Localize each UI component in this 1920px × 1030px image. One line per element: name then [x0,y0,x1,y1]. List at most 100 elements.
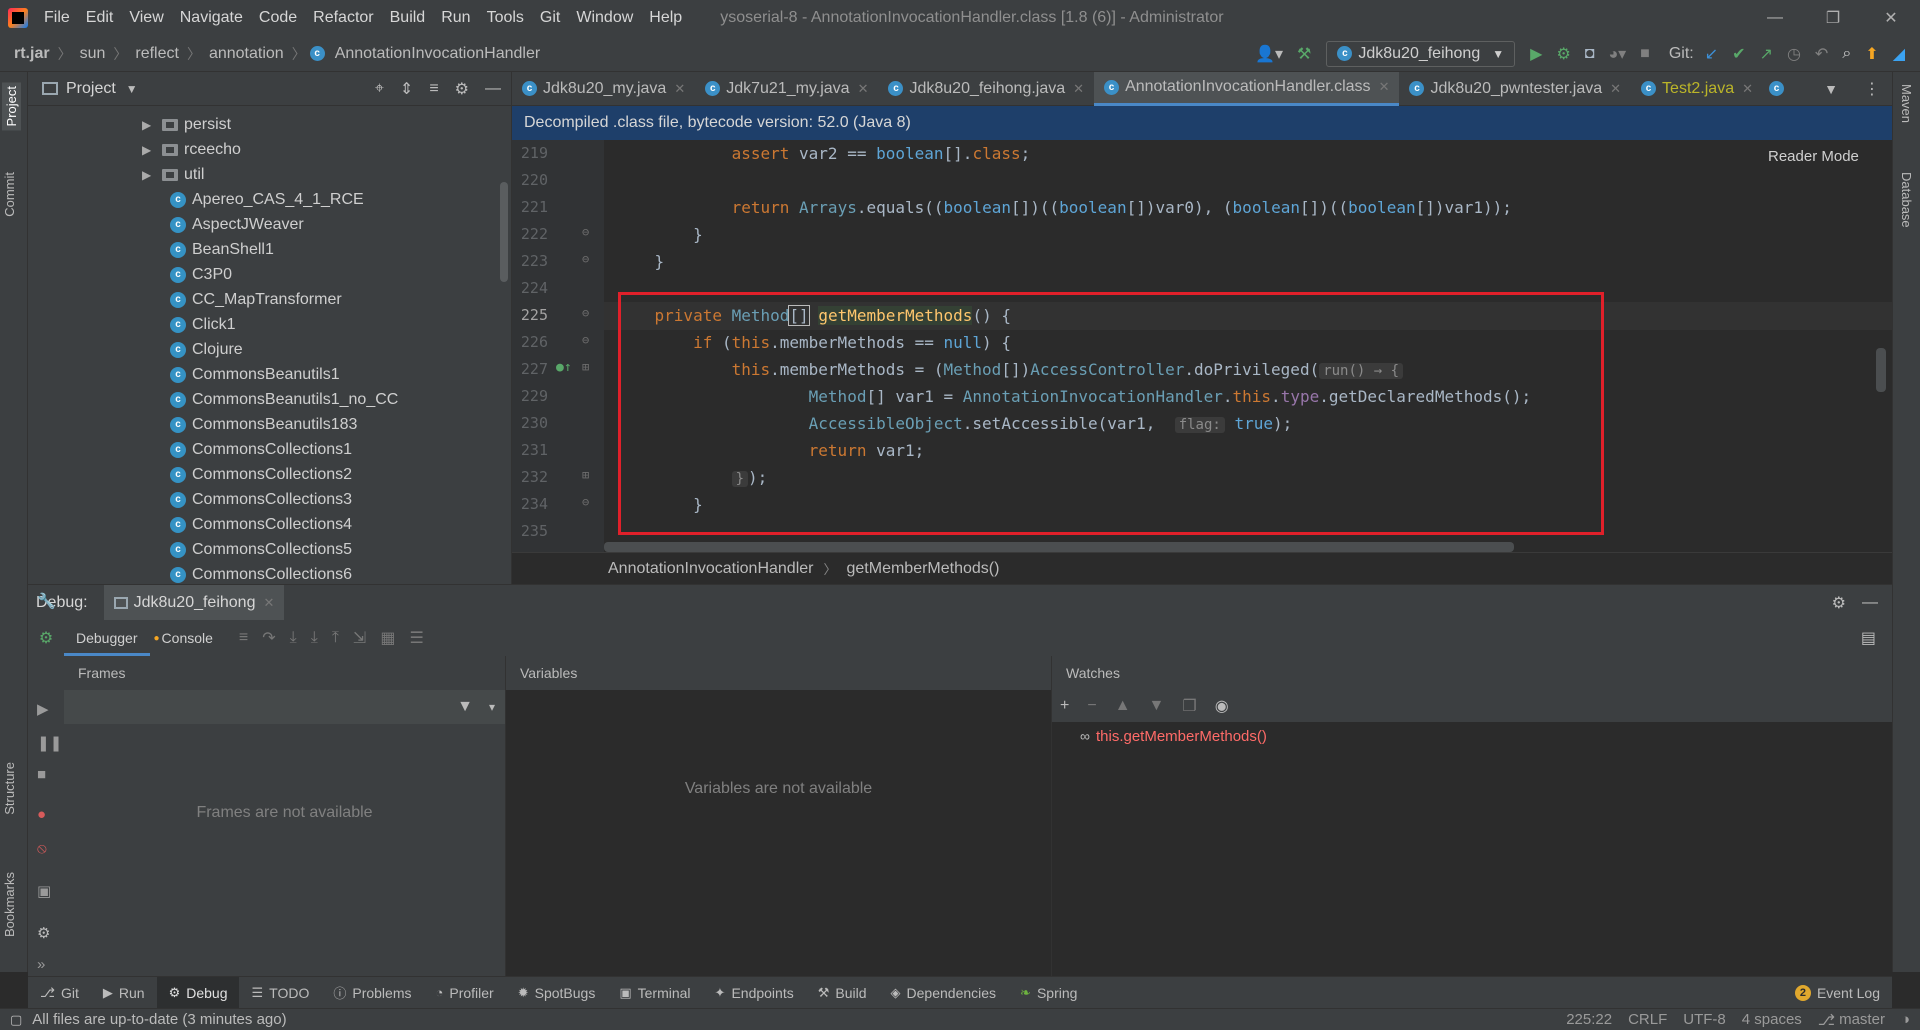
stop-icon[interactable]: ■ [1640,45,1650,63]
git-update-icon[interactable]: ↙ [1705,44,1718,64]
search-icon[interactable]: ⌕ [1842,45,1851,63]
menu-help[interactable]: Help [641,0,690,36]
remove-watch-icon[interactable]: − [1087,697,1096,715]
menu-lines-icon[interactable]: ≡ [239,629,248,647]
menu-git[interactable]: Git [532,0,568,36]
fold-marker-icon[interactable]: ⊞ [582,360,589,374]
tool-debug[interactable]: ⚙ Debug [156,976,240,1009]
layout-settings-icon[interactable]: ▤ [1861,628,1892,648]
run-configuration-select[interactable]: c Jdk8u20_feihong ▼ [1326,40,1516,67]
hide-panel-icon[interactable]: — [485,80,501,98]
add-watch-icon[interactable]: + [1060,697,1069,715]
tool-tab-project[interactable]: Project [2,82,21,131]
fold-marker-icon[interactable]: ⊞ [582,468,589,482]
tool-profiler[interactable]: ◔ Profiler [424,977,506,1009]
tab-debugger[interactable]: Debugger [64,620,150,656]
tree-class-item[interactable]: c CommonsBeanutils1_no_CC [170,387,511,412]
git-rollback-icon[interactable]: ↶ [1815,44,1828,64]
tool-git[interactable]: ⎇ Git [28,977,91,1009]
close-tab-icon[interactable]: ✕ [1742,81,1753,97]
project-panel-title[interactable]: Project [66,80,116,98]
tool-run[interactable]: ▶ Run [91,977,157,1009]
show-watches-icon[interactable]: ◉ [1215,696,1229,716]
tool-endpoints[interactable]: ✦ Endpoints [703,977,806,1009]
move-down-icon[interactable]: ▼ [1149,697,1165,715]
tab-console[interactable]: Console [160,620,225,656]
menu-build[interactable]: Build [382,0,434,36]
collapse-all-icon[interactable]: ≡ [429,80,438,98]
caret-position[interactable]: 225:22 [1566,1011,1612,1028]
pause-icon[interactable]: ❚❚ [37,734,62,752]
tree-class-item[interactable]: c Clojure [170,337,511,362]
run-icon[interactable]: ▶ [1530,44,1542,64]
fold-marker-icon[interactable]: ⊖ [582,495,589,509]
line-separator[interactable]: CRLF [1628,1011,1667,1028]
close-tab-icon[interactable]: ✕ [674,81,685,97]
tab-jdk8u20-my[interactable]: c Jdk8u20_my.java ✕ [512,72,695,106]
tool-problems[interactable]: ⓘ Problems [321,977,423,1009]
tree-class-item[interactable]: c CC_MapTransformer [170,287,511,312]
build-hammer-icon[interactable]: ⚒ [1297,44,1311,64]
stop-icon[interactable]: ■ [37,766,46,783]
step-over-icon[interactable]: ↷ [262,628,275,648]
tab-overflow[interactable]: c [1763,72,1796,106]
tool-tab-structure[interactable]: Structure [2,762,17,815]
menu-window[interactable]: Window [568,0,641,36]
tree-folder-rceecho[interactable]: ▶ rceecho [142,137,511,162]
move-up-icon[interactable]: ▲ [1115,697,1131,715]
tab-jdk7u21-my[interactable]: c Jdk7u21_my.java ✕ [695,72,878,106]
fold-marker-icon[interactable]: ⊖ [582,252,589,266]
chevron-down-icon[interactable]: ▾ [489,700,495,714]
status-message[interactable]: All files are up-to-date (3 minutes ago) [32,1011,286,1028]
tab-list-chevron-icon[interactable]: ▼ [1810,81,1852,97]
breadcrumb-package-sun[interactable]: sun [76,45,110,63]
close-tab-icon[interactable]: ✕ [858,81,869,97]
menu-refactor[interactable]: Refactor [305,0,381,36]
breadcrumb-method-name[interactable]: getMemberMethods() [847,560,1000,578]
breadcrumb-class[interactable]: AnnotationInvocationHandler [331,45,544,63]
tree-class-item[interactable]: c BeanShell1 [170,237,511,262]
filter-icon[interactable]: ▼ [457,698,473,716]
tree-class-item[interactable]: c CommonsCollections4 [170,512,511,537]
breadcrumb-package-annotation[interactable]: annotation [205,45,288,63]
tool-tab-commit[interactable]: Commit [2,172,17,217]
horizontal-scrollbar[interactable] [604,542,1514,552]
tree-class-item[interactable]: c Click1 [170,312,511,337]
close-tab-icon[interactable]: ✕ [263,595,274,611]
tree-class-item[interactable]: c CommonsCollections5 [170,537,511,562]
menu-view[interactable]: View [121,0,171,36]
coverage-icon[interactable]: ◘ [1585,45,1595,63]
fold-marker-icon[interactable]: ⊖ [582,333,589,347]
more-chevron-icon[interactable]: » [37,956,45,973]
tree-class-item[interactable]: c CommonsCollections3 [170,487,511,512]
rerun-debug-icon[interactable]: ⚙ [28,628,64,648]
gear-icon[interactable]: ⚙ [1820,593,1858,613]
tool-tab-database[interactable]: Database [1899,172,1914,228]
menu-file[interactable]: File [36,0,78,36]
debug-icon[interactable]: ⚙ [1556,44,1570,64]
fold-marker-icon[interactable]: ⊖ [582,225,589,239]
user-icon[interactable]: 👤▾ [1255,44,1283,64]
menu-edit[interactable]: Edit [78,0,122,36]
toolbox-icon[interactable]: ◢ [1893,44,1905,64]
view-breakpoints-icon[interactable]: ● [37,806,46,823]
tree-class-item[interactable]: c CommonsBeanutils1 [170,362,511,387]
tree-class-item[interactable]: c C3P0 [170,262,511,287]
close-icon[interactable]: ✕ [1862,0,1920,36]
tool-tab-maven[interactable]: Maven [1899,84,1914,123]
update-available-icon[interactable]: ⬆ [1865,44,1878,64]
menu-tools[interactable]: Tools [479,0,532,36]
wrench-icon[interactable]: 🔧 [37,592,56,610]
locate-file-icon[interactable]: ⌖ [375,80,384,98]
tree-scrollbar[interactable] [500,182,508,282]
tool-terminal[interactable]: ▣ Terminal [607,977,702,1009]
breadcrumb-class-name[interactable]: AnnotationInvocationHandler [608,560,813,578]
gear-icon[interactable]: ⚙ [455,79,469,99]
file-encoding[interactable]: UTF-8 [1683,1011,1726,1028]
tab-jdk8u20-feihong[interactable]: c Jdk8u20_feihong.java ✕ [878,72,1094,106]
mute-breakpoints-icon[interactable]: ⦸ [37,840,47,857]
force-step-into-icon[interactable]: ⤓ [311,629,318,647]
more-options-icon[interactable]: ⋮ [1852,79,1892,99]
git-history-icon[interactable]: ◷ [1787,44,1801,64]
tree-folder-persist[interactable]: ▶ persist [142,112,511,137]
